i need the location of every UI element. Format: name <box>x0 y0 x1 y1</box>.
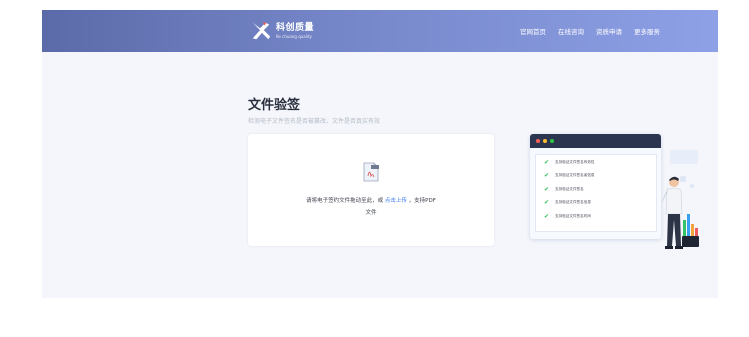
decor-dot <box>690 184 694 188</box>
decor-card <box>670 150 698 164</box>
logo[interactable]: 科创质量 Ke chuang quality <box>250 19 314 43</box>
check-item: ✔ 支持验证文件签名 <box>536 183 656 196</box>
check-item: ✔ 支持验证文件签名时间 <box>536 210 656 223</box>
check-item-text: 支持验证文件签名 <box>555 186 584 191</box>
header-bar: 科创质量 Ke chuang quality 官网首页 在线咨询 资质申请 更多… <box>42 10 718 52</box>
nav-online-consult[interactable]: 在线咨询 <box>558 26 584 36</box>
top-nav: 官网首页 在线咨询 资质申请 更多服务 <box>508 10 660 52</box>
check-item-text: 支持验证文件签名有效性 <box>555 159 595 164</box>
nav-more-services[interactable]: 更多服务 <box>634 26 660 36</box>
page-title: 文件验签 <box>248 98 301 113</box>
illustration-window: ✔ 支持验证文件签名有效性 ✔ 支持验证文件签名者信息 ✔ 支持验证文件签名 ✔… <box>530 134 661 239</box>
check-icon: ✔ <box>544 185 550 193</box>
check-item-text: 支持验证文件签名信息 <box>555 200 591 205</box>
upload-text-after: ，支持PDF <box>408 198 436 204</box>
check-item-text: 支持验证文件签名时间 <box>555 213 591 218</box>
pdf-file-icon <box>363 162 379 182</box>
window-dot-red <box>536 139 540 143</box>
page-container: 科创质量 Ke chuang quality 官网首页 在线咨询 资质申请 更多… <box>42 10 718 298</box>
check-item-text: 支持验证文件签名者信息 <box>555 173 595 178</box>
upload-text-line2: 文件 <box>365 210 377 216</box>
logo-subtitle: Ke chuang quality <box>276 33 312 39</box>
page-subtitle: 检测电子文件签名是否被篡改、文件是否真实有效 <box>248 118 381 125</box>
check-item: ✔ 支持验证文件签名者信息 <box>536 170 656 183</box>
plant-icon <box>682 214 699 247</box>
check-item: ✔ 支持验证文件签名有效性 <box>536 156 656 169</box>
upload-text-before: 请将电子签约文件拖动至此，或 <box>306 198 384 204</box>
upload-instructions: 请将电子签约文件拖动至此，或 点击上传 ，支持PDF 文件 <box>278 195 464 219</box>
check-icon: ✔ <box>544 158 550 166</box>
check-list: ✔ 支持验证文件签名有效性 ✔ 支持验证文件签名者信息 ✔ 支持验证文件签名 ✔… <box>535 154 657 232</box>
check-icon: ✔ <box>544 172 550 180</box>
check-icon: ✔ <box>544 212 550 220</box>
window-titlebar <box>530 134 661 148</box>
logo-icon <box>252 22 271 40</box>
window-dot-yellow <box>543 139 547 143</box>
check-item: ✔ 支持验证文件签名信息 <box>536 197 656 210</box>
upload-dropzone[interactable]: 请将电子签约文件拖动至此，或 点击上传 ，支持PDF 文件 <box>248 134 494 246</box>
check-icon: ✔ <box>544 199 550 207</box>
verification-illustration: ✔ 支持验证文件签名有效性 ✔ 支持验证文件签名者信息 ✔ 支持验证文件签名 ✔… <box>530 134 706 250</box>
window-dot-green <box>550 139 554 143</box>
nav-home[interactable]: 官网首页 <box>520 26 546 36</box>
logo-name: 科创质量 <box>276 22 315 33</box>
nav-qualification[interactable]: 资质申请 <box>596 26 622 36</box>
click-upload-link[interactable]: 点击上传 <box>385 198 407 204</box>
